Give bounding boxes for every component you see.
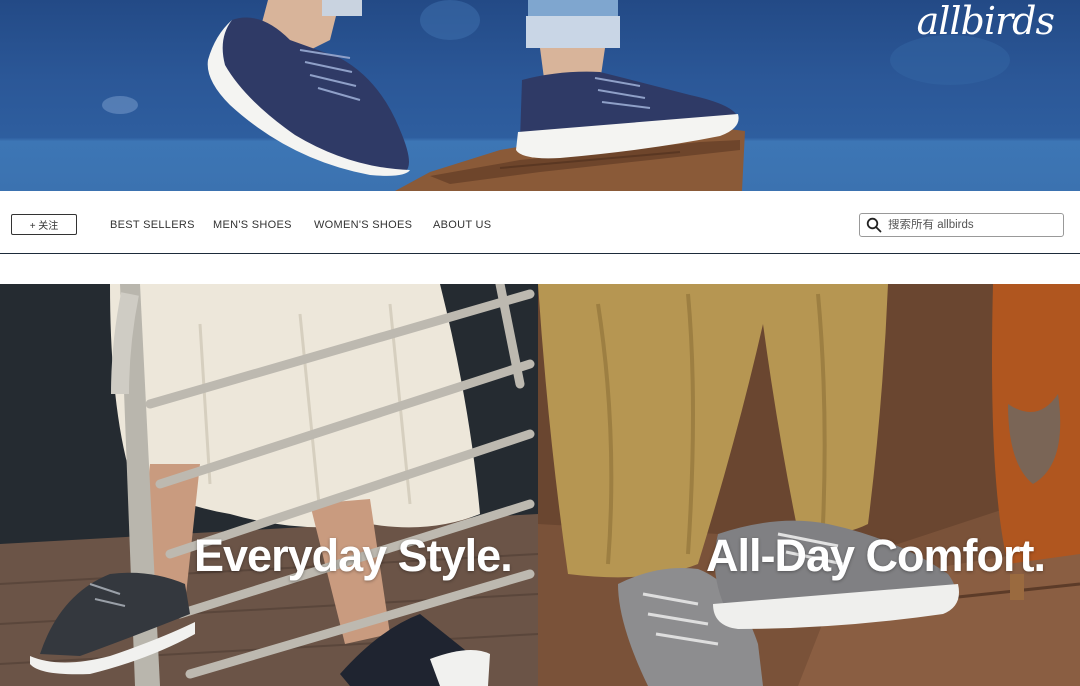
tile-caption-all-day-comfort: All-Day Comfort.	[706, 530, 1046, 581]
store-search-box[interactable]	[859, 213, 1064, 237]
nav-link-mens-shoes[interactable]: MEN'S SHOES	[213, 219, 292, 231]
tile-all-day-comfort[interactable]: All-Day Comfort.	[538, 284, 1080, 686]
tile-everyday-style-image	[0, 284, 538, 686]
follow-button[interactable]: + 关注	[11, 214, 77, 235]
hero-banner: allbirds	[0, 0, 1080, 191]
nav-link-womens-shoes[interactable]: WOMEN'S SHOES	[314, 219, 412, 231]
tile-all-day-comfort-image	[538, 284, 1080, 686]
tile-everyday-style[interactable]: Everyday Style.	[0, 284, 538, 686]
tile-caption-everyday-style: Everyday Style.	[194, 530, 513, 581]
allbirds-logo[interactable]: allbirds	[917, 2, 1055, 40]
store-nav-bar: + 关注 BEST SELLERS MEN'S SHOES WOMEN'S SH…	[0, 191, 1080, 254]
nav-link-about-us[interactable]: ABOUT US	[433, 219, 491, 231]
search-input[interactable]	[888, 219, 1058, 231]
nav-link-best-sellers[interactable]: BEST SELLERS	[110, 219, 195, 231]
search-icon[interactable]	[866, 217, 882, 233]
